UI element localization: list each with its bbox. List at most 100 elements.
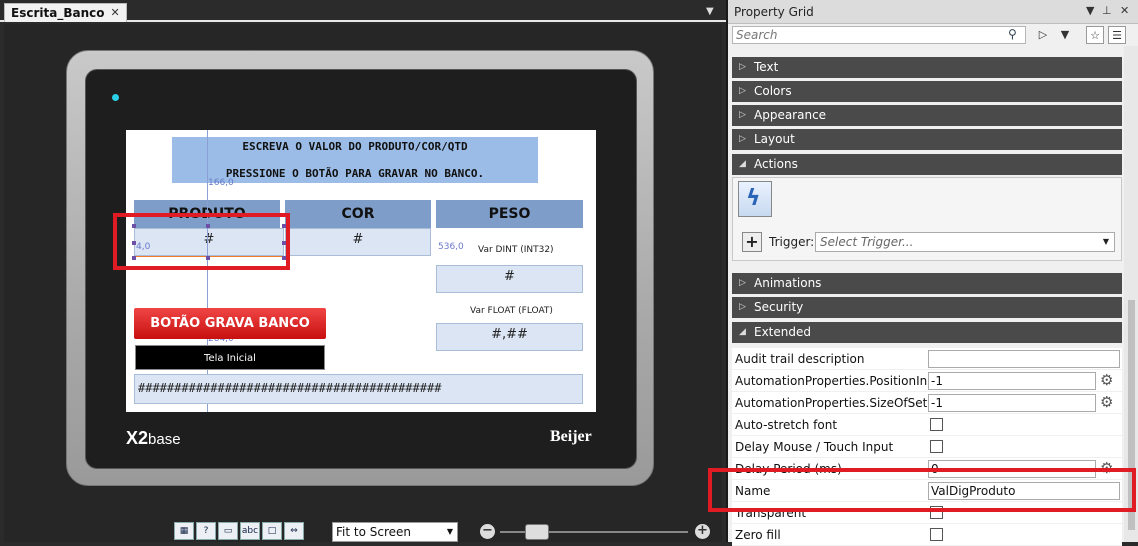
- category-label: Layout: [754, 132, 795, 146]
- search-icon[interactable]: ⚲: [1008, 27, 1017, 41]
- var-dint-field[interactable]: #: [436, 265, 583, 293]
- comment-icon[interactable]: ▭: [218, 522, 238, 540]
- category-appearance[interactable]: ▷ Appearance: [732, 105, 1122, 126]
- audit-trail-input[interactable]: [928, 350, 1120, 368]
- collapse-icon: ◢: [739, 159, 746, 169]
- beijer-logo: Beijer: [550, 428, 592, 445]
- list-view-icon[interactable]: ☰: [1108, 26, 1126, 44]
- resize-icon[interactable]: ⇔: [284, 522, 304, 540]
- header-line-1: ESCREVA O VALOR DO PRODUTO/COR/QTD: [242, 140, 468, 153]
- category-label: Extended: [754, 325, 811, 339]
- tab-escrita-banco[interactable]: Escrita_Banco ✕: [4, 3, 127, 22]
- zoom-in-button[interactable]: +: [695, 524, 710, 539]
- expand-icon: ▷: [739, 302, 746, 312]
- property-search-input[interactable]: Search: [732, 26, 1026, 44]
- property-name: AutomationProperties.PositionInSet: [735, 374, 947, 388]
- category-security[interactable]: ▷ Security: [732, 297, 1122, 318]
- text-abc-icon[interactable]: abc: [240, 522, 260, 540]
- chevron-down-icon[interactable]: ▼: [1058, 26, 1072, 44]
- category-colors[interactable]: ▷ Colors: [732, 81, 1122, 102]
- coord-top: 166,0: [208, 178, 234, 188]
- highlight-name-property: [708, 468, 1136, 512]
- property-grid-header: Property Grid ▼ ⊥ ✕: [728, 0, 1138, 24]
- tela-inicial-button[interactable]: Tela Inicial: [135, 345, 325, 370]
- x2base-logo: X2base: [126, 428, 181, 448]
- dropdown-icon[interactable]: ▼: [1086, 4, 1094, 17]
- play-icon[interactable]: ▷: [1036, 26, 1050, 44]
- expand-icon: ▷: [739, 278, 746, 288]
- pin-icon[interactable]: ⊥: [1102, 4, 1112, 17]
- editor-area: Escrita_Banco ✕ ▼ X2base Beijer ESCREVA …: [0, 0, 726, 542]
- zoom-out-button[interactable]: −: [480, 524, 495, 539]
- category-label: Appearance: [754, 108, 827, 122]
- category-actions[interactable]: ◢ Actions: [732, 154, 1122, 175]
- property-name: AutomationProperties.SizeOfSet: [735, 396, 928, 410]
- close-icon[interactable]: ✕: [1120, 4, 1129, 17]
- property-row-position-in-set: AutomationProperties.PositionInSet -1 ⚙: [732, 370, 1122, 392]
- status-led: [112, 94, 119, 101]
- size-of-set-input[interactable]: -1: [928, 394, 1096, 412]
- zoom-fit-value: Fit to Screen: [336, 525, 411, 539]
- category-label: Actions: [754, 157, 798, 171]
- actions-panel: ϟ + Trigger: Select Trigger... ▼: [732, 177, 1122, 261]
- expand-icon: ▷: [739, 110, 746, 120]
- category-extended[interactable]: ◢ Extended: [732, 322, 1122, 343]
- close-icon[interactable]: ✕: [110, 4, 119, 22]
- cor-field[interactable]: #: [285, 228, 431, 256]
- var-dint-label: Var DINT (INT32): [478, 245, 554, 255]
- canvas-toolbar: ▦ ? ▭ abc □ ⇔: [174, 522, 304, 542]
- property-row-audit-trail: Audit trail description: [732, 348, 1122, 370]
- grava-banco-button[interactable]: BOTÃO GRAVA BANCO: [134, 308, 326, 339]
- column-header-cor[interactable]: COR: [285, 200, 431, 228]
- collapse-icon: ◢: [739, 327, 746, 337]
- category-layout[interactable]: ▷ Layout: [732, 129, 1122, 150]
- property-row-delay-mouse: Delay Mouse / Touch Input: [732, 436, 1122, 458]
- text-output-field[interactable]: ########################################…: [134, 374, 583, 404]
- highlight-produto-field: [113, 213, 290, 270]
- category-animations[interactable]: ▷ Animations: [732, 273, 1122, 294]
- property-row-zero-fill: Zero fill: [732, 524, 1122, 546]
- screen-frame-icon[interactable]: □: [262, 522, 282, 540]
- property-grid-title: Property Grid: [734, 5, 814, 19]
- property-name: Auto-stretch font: [735, 418, 838, 432]
- expand-icon: ▷: [739, 86, 746, 96]
- hmi-screen[interactable]: ESCREVA O VALOR DO PRODUTO/COR/QTD PRESS…: [126, 130, 596, 412]
- trigger-placeholder: Select Trigger...: [820, 235, 914, 249]
- tab-title: Escrita_Banco: [11, 6, 105, 20]
- category-label: Text: [754, 60, 779, 74]
- gear-icon[interactable]: ⚙: [1100, 394, 1113, 410]
- design-canvas[interactable]: X2base Beijer ESCREVA O VALOR DO PRODUTO…: [4, 24, 722, 542]
- chevron-down-icon: ▼: [1102, 237, 1109, 246]
- position-in-set-input[interactable]: -1: [928, 372, 1096, 390]
- layout-grid-icon[interactable]: ▦: [174, 522, 194, 540]
- trigger-label: Trigger:: [769, 235, 815, 249]
- property-name: Zero fill: [735, 528, 781, 542]
- var-float-label: Var FLOAT (FLOAT): [470, 306, 553, 316]
- coord-right: 536,0: [438, 242, 464, 252]
- tab-dropdown-icon[interactable]: ▼: [706, 6, 714, 17]
- property-name: Audit trail description: [735, 352, 865, 366]
- zoom-slider-thumb[interactable]: [524, 524, 549, 540]
- var-float-field[interactable]: #,##: [436, 323, 583, 351]
- add-trigger-button[interactable]: +: [742, 232, 762, 252]
- document-tab-bar: Escrita_Banco ✕ ▼: [0, 0, 726, 22]
- category-text[interactable]: ▷ Text: [732, 57, 1122, 78]
- chevron-down-icon: ▼: [446, 527, 453, 536]
- zoom-fit-select[interactable]: Fit to Screen ▼: [332, 522, 458, 542]
- category-label: Colors: [754, 84, 792, 98]
- zoom-control: − +: [478, 522, 712, 542]
- column-header-peso[interactable]: PESO: [436, 200, 583, 228]
- category-label: Animations: [754, 276, 822, 290]
- property-name: Delay Mouse / Touch Input: [735, 440, 894, 454]
- add-action-icon[interactable]: ϟ: [738, 181, 772, 217]
- categorized-view-icon[interactable]: ☆: [1086, 26, 1104, 44]
- trigger-select[interactable]: Select Trigger... ▼: [815, 232, 1115, 252]
- property-grid-pane: Property Grid ▼ ⊥ ✕ Search ⚲ ▷ ▼ ☆ ☰ ▷ Te…: [728, 0, 1138, 546]
- expand-icon: ▷: [739, 134, 746, 144]
- zero-fill-checkbox[interactable]: [930, 528, 943, 541]
- tooltip-icon[interactable]: ?: [196, 522, 216, 540]
- category-label: Security: [754, 300, 804, 314]
- gear-icon[interactable]: ⚙: [1100, 372, 1113, 388]
- auto-stretch-checkbox[interactable]: [930, 418, 943, 431]
- delay-mouse-checkbox[interactable]: [930, 440, 943, 453]
